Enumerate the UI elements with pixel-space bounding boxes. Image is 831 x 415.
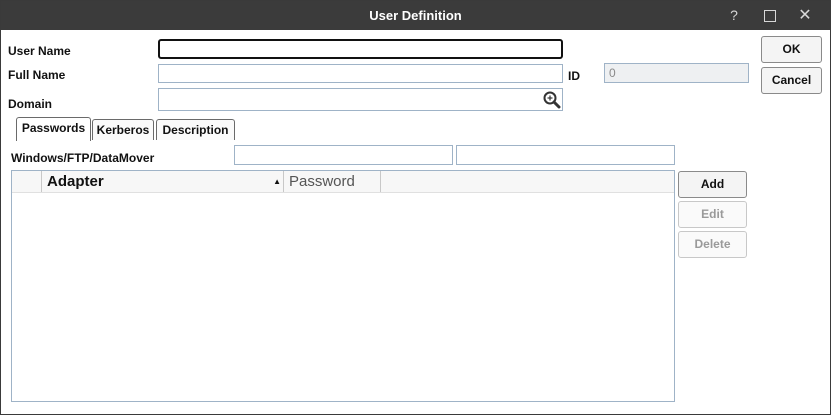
grid-header-adapter-label: Adapter [47,173,104,190]
tab-kerberos[interactable]: Kerberos [92,119,154,140]
windows-password-input-2[interactable] [456,145,675,165]
windows-ftp-datamover-label: Windows/FTP/DataMover [11,151,155,165]
help-button[interactable]: ? [719,1,749,30]
full-name-input[interactable] [158,64,563,83]
full-name-label: Full Name [8,68,66,82]
tab-description[interactable]: Description [156,119,235,140]
grid-header-password[interactable]: Password [284,171,381,192]
maximize-icon [764,10,776,23]
windows-password-input-1[interactable] [234,145,453,165]
user-definition-dialog: User Definition ? ✕ User Name Full Name … [0,0,831,415]
edit-button[interactable]: Edit [678,201,747,228]
domain-label: Domain [8,97,53,111]
title-bar: User Definition ? ✕ [1,1,830,30]
id-label: ID [568,69,580,83]
cancel-button[interactable]: Cancel [761,67,822,94]
dialog-title: User Definition [369,8,462,23]
adapter-password-grid[interactable]: Adapter ▲ Password [11,170,675,402]
maximize-button[interactable] [755,1,785,30]
close-button[interactable]: ✕ [790,1,820,30]
delete-button[interactable]: Delete [678,231,747,258]
user-name-label: User Name [8,44,71,58]
user-name-input[interactable] [158,39,563,59]
ok-button[interactable]: OK [761,36,822,63]
sort-ascending-icon: ▲ [273,177,281,186]
domain-search-icon[interactable] [542,90,561,109]
grid-header-adapter[interactable]: Adapter ▲ [42,171,284,192]
id-input [604,63,749,83]
domain-input[interactable] [158,88,563,111]
grid-header: Adapter ▲ Password [12,171,674,193]
tab-passwords[interactable]: Passwords [16,117,91,141]
add-button[interactable]: Add [678,171,747,198]
grid-header-rownum [12,171,42,192]
